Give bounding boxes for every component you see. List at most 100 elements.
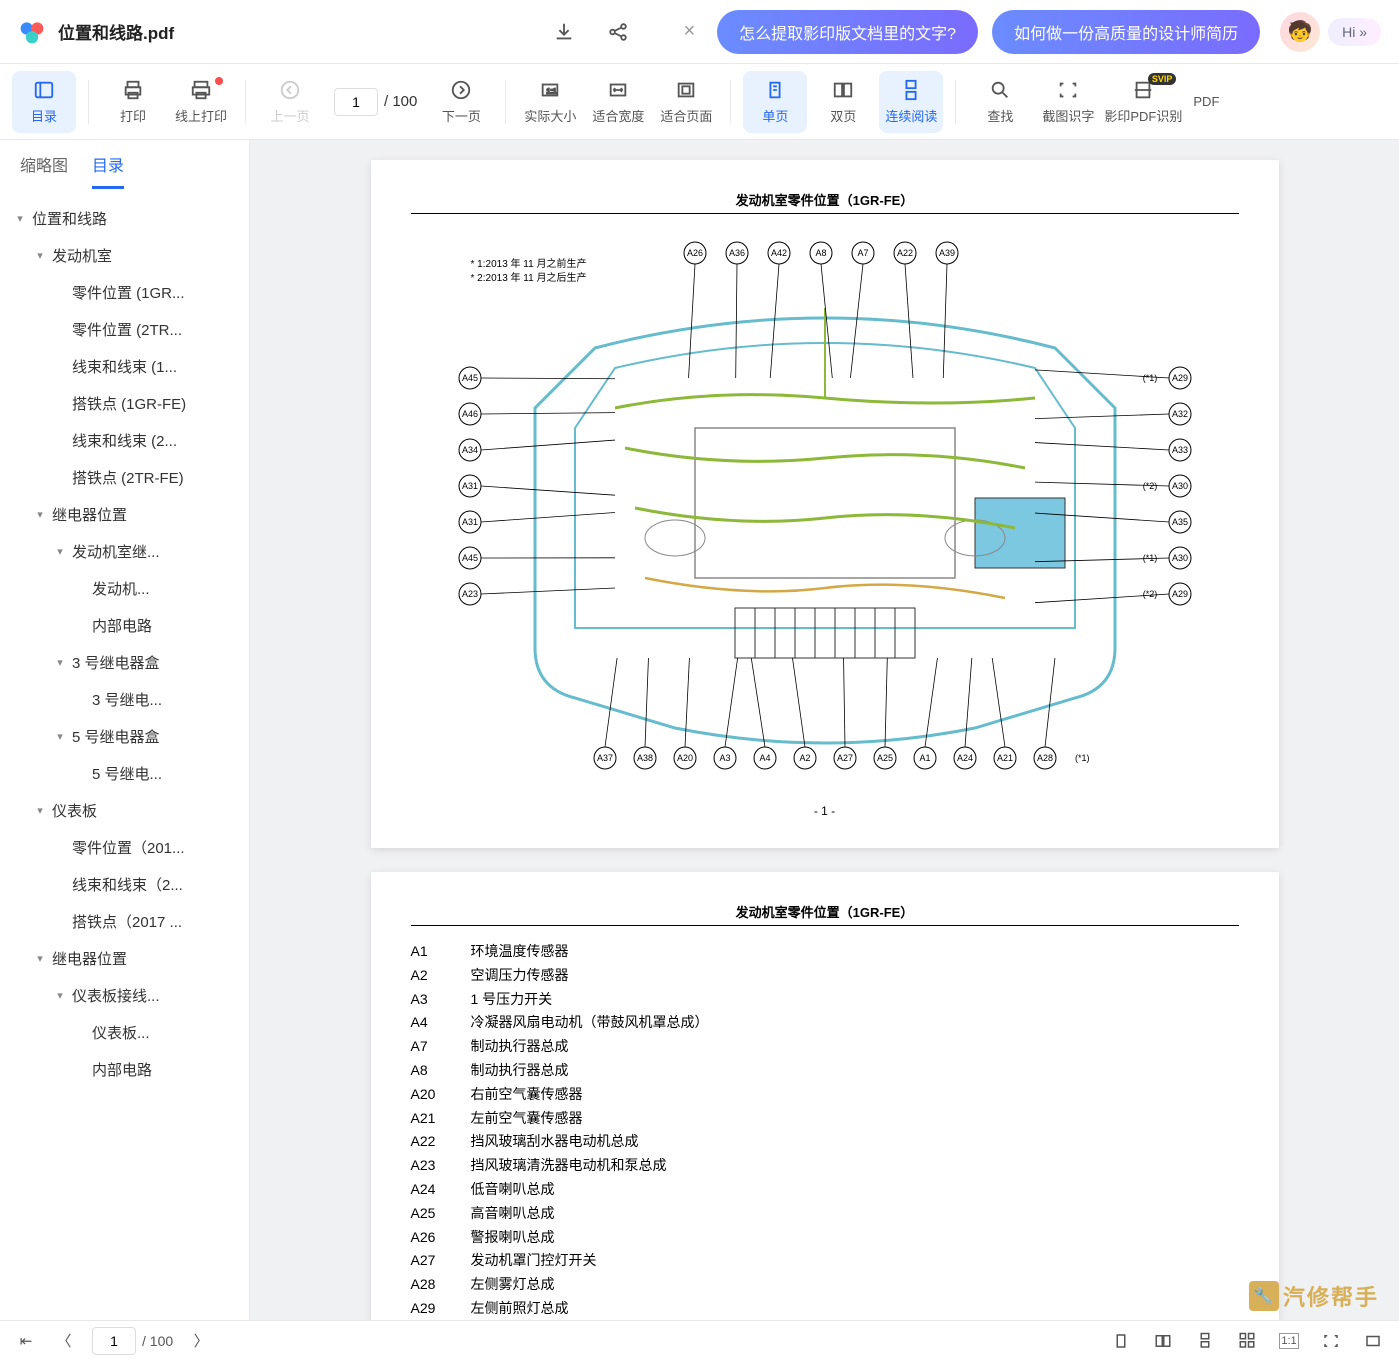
zoom-width-icon[interactable] xyxy=(1363,1332,1383,1350)
outline-item[interactable]: 搭铁点 (2TR-FE) xyxy=(8,459,241,496)
prev-page-footer-button[interactable]: 〈 xyxy=(54,1330,74,1351)
next-page-footer-button[interactable]: 〉 xyxy=(191,1330,211,1351)
first-page-button[interactable]: ⇤ xyxy=(16,1332,36,1350)
page-number-input[interactable] xyxy=(334,88,378,116)
outline-item[interactable]: 内部电路 xyxy=(8,607,241,644)
engine-diagram: * 1:2013 年 11 月之前生产 * 2:2013 年 11 月之后生产 xyxy=(411,228,1239,788)
fit-page-icon xyxy=(674,78,698,102)
part-id: A8 xyxy=(411,1059,471,1083)
continuous-icon xyxy=(899,78,923,102)
outline-item[interactable]: 5 号继电... xyxy=(8,755,241,792)
outline-item[interactable]: ▾发动机室 xyxy=(8,237,241,274)
outline-item[interactable]: 发动机... xyxy=(8,570,241,607)
zoom-fit-icon[interactable] xyxy=(1321,1332,1341,1350)
user-avatar-icon[interactable]: 🧒 xyxy=(1280,12,1320,52)
document-viewport[interactable]: 发动机室零件位置（1GR-FE） * 1:2013 年 11 月之前生产 * 2… xyxy=(250,140,1399,1320)
screenshot-ocr-button[interactable]: 截图识字 xyxy=(1036,71,1100,133)
outline-item[interactable]: 零件位置 (1GR... xyxy=(8,274,241,311)
continuous-button[interactable]: 连续阅读 xyxy=(879,71,943,133)
pdf-page-2: 发动机室零件位置（1GR-FE） A1环境温度传感器A2空调压力传感器A31 号… xyxy=(371,872,1279,1320)
pdf-convert-button[interactable]: PDF xyxy=(1186,71,1226,133)
outline-item-label: 内部电路 xyxy=(92,615,152,636)
promo-close-button[interactable]: × xyxy=(675,20,703,43)
print-button[interactable]: 打印 xyxy=(101,71,165,133)
parts-row: A4冷凝器风扇电动机（带鼓风机罩总成） xyxy=(411,1011,1239,1035)
outline-item[interactable]: 搭铁点 (1GR-FE) xyxy=(8,385,241,422)
outline-item[interactable]: ▾仪表板 xyxy=(8,792,241,829)
outline-item[interactable]: 3 号继电... xyxy=(8,681,241,718)
online-print-button[interactable]: 线上打印 xyxy=(169,71,233,133)
part-id: A26 xyxy=(411,1226,471,1250)
outline-item[interactable]: 线束和线束 (1... xyxy=(8,348,241,385)
fit-page-button[interactable]: 适合页面 xyxy=(654,71,718,133)
part-name: 发动机罩门控灯开关 xyxy=(471,1249,597,1273)
svg-text:A46: A46 xyxy=(461,409,477,419)
svg-text:A21: A21 xyxy=(996,753,1012,763)
svg-text:A24: A24 xyxy=(956,753,972,763)
part-id: A22 xyxy=(411,1130,471,1154)
scan-pdf-ocr-button[interactable]: SVIP 影印PDF识别 xyxy=(1104,71,1182,133)
svg-text:(*1): (*1) xyxy=(1075,753,1090,763)
promo-button-1[interactable]: 怎么提取影印版文档里的文字? xyxy=(717,10,978,54)
share-icon[interactable] xyxy=(605,19,631,45)
online-print-icon xyxy=(189,78,213,102)
outline-tree[interactable]: ▾位置和线路▾发动机室零件位置 (1GR...零件位置 (2TR...线束和线束… xyxy=(0,190,249,1320)
status-bar: ⇤ 〈 / 100 〉 1:1 xyxy=(0,1320,1399,1360)
view-continuous-double-icon[interactable] xyxy=(1237,1332,1257,1350)
outline-item-label: 零件位置（201... xyxy=(72,837,185,858)
outline-item[interactable]: ▾仪表板接线... xyxy=(8,977,241,1014)
tab-outline[interactable]: 目录 xyxy=(92,152,124,189)
outline-item[interactable]: 仪表板... xyxy=(8,1014,241,1051)
single-page-button[interactable]: 单页 xyxy=(743,71,807,133)
download-icon[interactable] xyxy=(551,19,577,45)
next-page-button[interactable]: 下一页 xyxy=(429,71,493,133)
part-name: 挡风玻璃刮水器电动机总成 xyxy=(471,1130,639,1154)
outline-item-label: 3 号继电器盒 xyxy=(72,652,160,673)
actual-size-button[interactable]: 1:1 实际大小 xyxy=(518,71,582,133)
part-name: 高音喇叭总成 xyxy=(471,1202,555,1226)
outline-item[interactable]: ▾3 号继电器盒 xyxy=(8,644,241,681)
footer-page-input[interactable] xyxy=(92,1327,136,1355)
svg-text:A35: A35 xyxy=(1171,517,1187,527)
svg-text:A20: A20 xyxy=(676,753,692,763)
double-page-button[interactable]: 双页 xyxy=(811,71,875,133)
tab-thumbnails[interactable]: 缩略图 xyxy=(20,152,68,189)
fit-width-button[interactable]: 适合宽度 xyxy=(586,71,650,133)
tree-arrow-icon: ▾ xyxy=(34,508,46,521)
view-continuous-icon[interactable] xyxy=(1195,1332,1215,1350)
parts-row: A21左前空气囊传感器 xyxy=(411,1107,1239,1131)
outline-item[interactable]: 零件位置 (2TR... xyxy=(8,311,241,348)
main-area: 缩略图 目录 ▾位置和线路▾发动机室零件位置 (1GR...零件位置 (2TR.… xyxy=(0,140,1399,1320)
outline-item[interactable]: ▾发动机室继... xyxy=(8,533,241,570)
view-double-icon[interactable] xyxy=(1153,1332,1173,1350)
screenshot-ocr-label: 截图识字 xyxy=(1042,106,1094,125)
promo-button-2[interactable]: 如何做一份高质量的设计师简历 xyxy=(992,10,1260,54)
outline-item[interactable]: 线束和线束（2... xyxy=(8,866,241,903)
outline-item[interactable]: ▾继电器位置 xyxy=(8,940,241,977)
part-id: A23 xyxy=(411,1154,471,1178)
svg-text:A22: A22 xyxy=(896,248,912,258)
outline-item[interactable]: 线束和线束 (2... xyxy=(8,422,241,459)
actual-size-icon: 1:1 xyxy=(538,78,562,102)
find-button[interactable]: 查找 xyxy=(968,71,1032,133)
outline-item[interactable]: 零件位置（201... xyxy=(8,829,241,866)
svg-text:1:1: 1:1 xyxy=(547,87,557,96)
outline-item[interactable]: 内部电路 xyxy=(8,1051,241,1088)
parts-row: A2空调压力传感器 xyxy=(411,964,1239,988)
actual-size-label: 实际大小 xyxy=(524,106,576,125)
outline-item-label: 搭铁点 (1GR-FE) xyxy=(72,393,186,414)
hi-button[interactable]: Hi » xyxy=(1328,18,1381,46)
outline-item[interactable]: ▾ 继电器位置 xyxy=(8,496,241,533)
next-page-label: 下一页 xyxy=(442,106,481,125)
outline-item[interactable]: ▾位置和线路 xyxy=(8,200,241,237)
outline-item[interactable]: ▾5 号继电器盒 xyxy=(8,718,241,755)
view-single-icon[interactable] xyxy=(1111,1332,1131,1350)
prev-page-button[interactable]: 上一页 xyxy=(258,71,322,133)
fit-width-icon xyxy=(606,78,630,102)
online-print-label: 线上打印 xyxy=(175,106,227,125)
zoom-11-icon[interactable]: 1:1 xyxy=(1279,1333,1299,1349)
svg-text:A39: A39 xyxy=(938,248,954,258)
outline-item[interactable]: 搭铁点（2017 ... xyxy=(8,903,241,940)
outline-item-label: 继电器位置 xyxy=(52,504,127,525)
catalog-button[interactable]: 目录 xyxy=(12,71,76,133)
